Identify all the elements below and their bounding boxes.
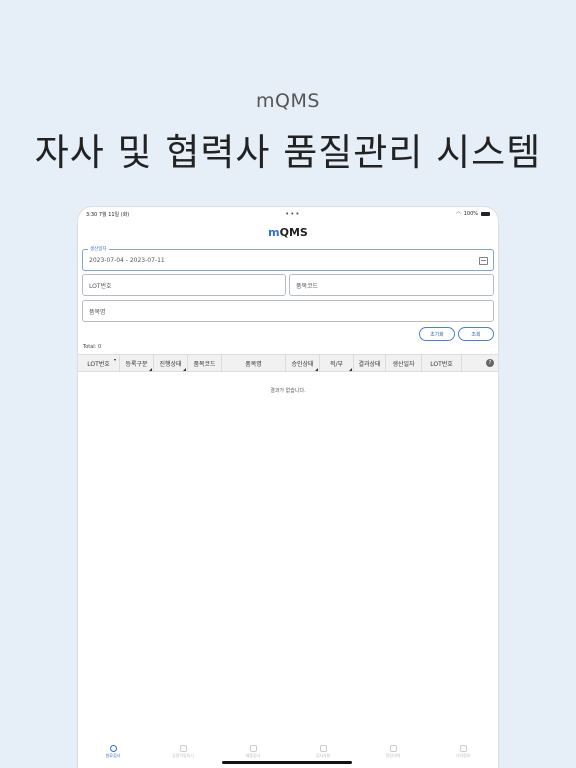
tablet-screen: 3:30 7월 11일 (화) ••• ◠ 100% mQMS 생산일자 202… — [78, 207, 498, 768]
filter-icon[interactable] — [349, 368, 352, 371]
total-count: Total: 0 — [83, 344, 102, 350]
column-header-item-name[interactable]: 품목명 — [222, 355, 286, 371]
item-name-placeholder: 품목명 — [89, 308, 106, 316]
date-range-value: 2023-07-04 - 2023-07-11 — [89, 256, 165, 264]
user-icon — [459, 745, 467, 752]
tab-raw-material-inspection[interactable]: 원료검사 — [83, 745, 143, 759]
bell-icon — [389, 745, 397, 752]
tab-notices[interactable]: 공지사항 — [293, 745, 353, 759]
status-bar: 3:30 7월 11일 (화) ••• ◠ 100% — [78, 207, 498, 221]
lot-number-field[interactable]: LOT번호 — [82, 274, 286, 296]
app-title: mQMS — [78, 226, 498, 240]
search-icon — [249, 745, 257, 752]
column-header-lot[interactable]: LOT번호 ▾ — [78, 355, 120, 371]
tab-my-info[interactable]: 나의정보 — [433, 745, 493, 759]
filter-icon[interactable] — [183, 368, 186, 371]
status-right: ◠ 100% — [456, 211, 490, 217]
column-header-progress[interactable]: 진행상태 — [154, 355, 188, 371]
column-header-prod-date[interactable]: 생산일자 — [386, 355, 422, 371]
wifi-icon: ◠ — [456, 211, 461, 217]
tab-notifications[interactable]: 알림내역 — [363, 745, 423, 759]
column-header-result[interactable]: 결과상태 — [354, 355, 386, 371]
date-range-field[interactable]: 생산일자 2023-07-04 - 2023-07-11 — [82, 246, 494, 271]
battery-icon — [481, 212, 490, 216]
list-icon — [319, 745, 327, 752]
battery-percent: 100% — [463, 211, 478, 217]
column-header-item-code[interactable]: 품목코드 — [188, 355, 222, 371]
item-code-placeholder: 품목코드 — [296, 282, 319, 290]
multitask-dots-icon[interactable]: ••• — [285, 210, 300, 218]
column-header-lot-2[interactable]: LOT번호 — [422, 355, 462, 371]
app-title-rest: QMS — [279, 226, 308, 239]
table-header: LOT번호 ▾ 등록구분 진행상태 품목코드 품목명 승인상태 적/부 결과상태 … — [78, 354, 498, 372]
app-title-prefix: m — [268, 226, 280, 239]
home-indicator[interactable] — [222, 761, 352, 764]
column-header-pass-fail[interactable]: 적/부 — [320, 355, 354, 371]
item-code-field[interactable]: 품목코드 — [289, 274, 494, 296]
tab-process-work-order[interactable]: 공정작업지시 — [153, 745, 213, 759]
help-icon[interactable]: ? — [486, 359, 494, 367]
lot-number-placeholder: LOT번호 — [89, 282, 112, 290]
inspection-icon — [109, 745, 117, 752]
reset-button[interactable]: 초기화 — [419, 327, 455, 341]
column-header-reg-type[interactable]: 등록구분 — [120, 355, 154, 371]
filter-icon[interactable] — [149, 368, 152, 371]
work-order-icon — [179, 745, 187, 752]
promo-subtitle: mQMS — [256, 90, 320, 112]
item-name-field[interactable]: 품목명 — [82, 300, 494, 322]
search-button[interactable]: 조회 — [458, 327, 494, 341]
column-header-approval[interactable]: 승인상태 — [286, 355, 320, 371]
status-time: 3:30 7월 11일 (화) — [86, 211, 130, 218]
filter-icon[interactable] — [315, 368, 318, 371]
sort-icon[interactable]: ▾ — [114, 357, 116, 362]
empty-message: 결과가 없습니다. — [270, 388, 306, 394]
calendar-icon[interactable] — [479, 257, 488, 265]
promo-title: 자사 및 협력사 품질관리 시스템 — [34, 131, 542, 174]
tab-product-inspection[interactable]: 제품검사 — [223, 745, 283, 759]
date-range-label: 생산일자 — [88, 246, 109, 252]
